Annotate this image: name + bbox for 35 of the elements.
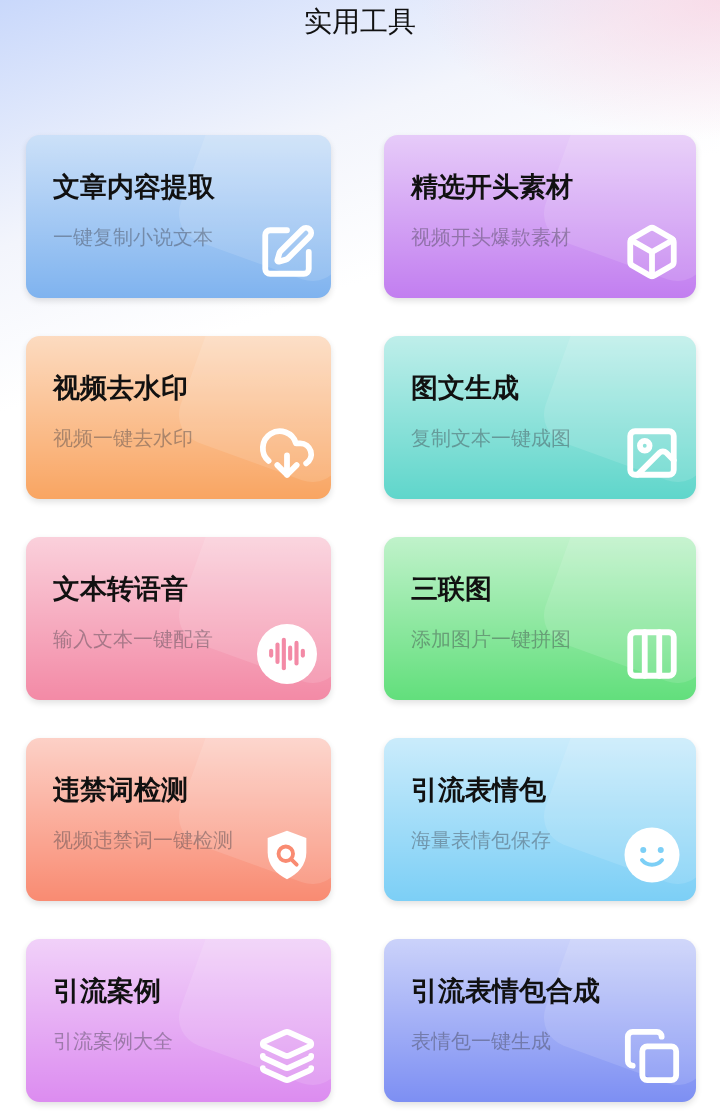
tool-card[interactable]: 引流表情包合成 表情包一键生成 bbox=[384, 939, 696, 1102]
smile-icon bbox=[622, 825, 682, 885]
tool-card[interactable]: 三联图 添加图片一键拼图 bbox=[384, 537, 696, 700]
layers-icon bbox=[257, 1026, 317, 1086]
card-title: 三联图 bbox=[411, 572, 493, 606]
card-title: 引流表情包 bbox=[411, 773, 547, 807]
tool-card[interactable]: 文章内容提取 一键复制小说文本 bbox=[26, 135, 331, 298]
card-subtitle: 引流案例大全 bbox=[53, 1028, 174, 1055]
copy-icon bbox=[622, 1026, 682, 1086]
card-subtitle: 海量表情包保存 bbox=[411, 827, 552, 854]
card-subtitle: 复制文本一键成图 bbox=[411, 425, 572, 452]
tool-card[interactable]: 违禁词检测 视频违禁词一键检测 bbox=[26, 738, 331, 901]
tool-card[interactable]: 文本转语音 输入文本一键配音 bbox=[26, 537, 331, 700]
card-subtitle: 表情包一键生成 bbox=[411, 1028, 552, 1055]
card-subtitle: 视频开头爆款素材 bbox=[411, 224, 572, 251]
tool-card[interactable]: 图文生成 复制文本一键成图 bbox=[384, 336, 696, 499]
tool-card[interactable]: 引流案例 引流案例大全 bbox=[26, 939, 331, 1102]
card-title: 文本转语音 bbox=[53, 572, 189, 606]
card-title: 视频去水印 bbox=[53, 371, 189, 405]
card-title: 引流案例 bbox=[53, 974, 162, 1008]
tool-card[interactable]: 引流表情包 海量表情包保存 bbox=[384, 738, 696, 901]
card-title: 文章内容提取 bbox=[53, 170, 216, 204]
audio-wave-icon bbox=[257, 624, 317, 684]
card-subtitle: 添加图片一键拼图 bbox=[411, 626, 572, 653]
card-title: 引流表情包合成 bbox=[411, 974, 601, 1008]
tool-card[interactable]: 视频去水印 视频一键去水印 bbox=[26, 336, 331, 499]
card-subtitle: 视频一键去水印 bbox=[53, 425, 194, 452]
page-title: 实用工具 bbox=[303, 4, 417, 40]
card-title: 违禁词检测 bbox=[53, 773, 189, 807]
card-title: 精选开头素材 bbox=[411, 170, 574, 204]
card-subtitle: 视频违禁词一键检测 bbox=[53, 827, 234, 854]
card-title: 图文生成 bbox=[411, 371, 520, 405]
tool-card[interactable]: 精选开头素材 视频开头爆款素材 bbox=[384, 135, 696, 298]
card-subtitle: 输入文本一键配音 bbox=[53, 626, 214, 653]
card-subtitle: 一键复制小说文本 bbox=[53, 224, 214, 251]
